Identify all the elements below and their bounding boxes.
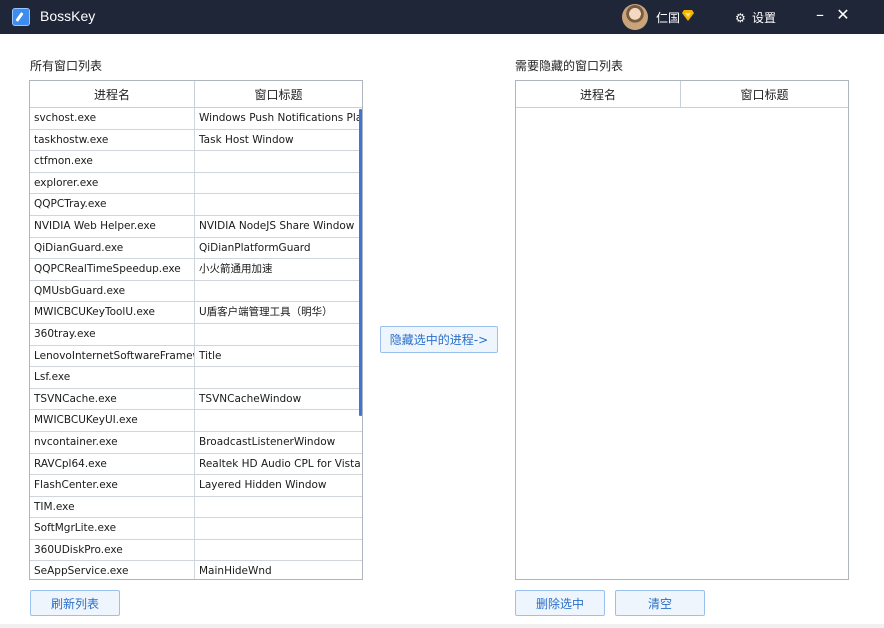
bottom-divider (0, 624, 884, 628)
window-title-cell (194, 323, 362, 345)
process-name-cell: TSVNCache.exe (34, 392, 117, 405)
table-row[interactable]: RAVCpl64.exe Realtek HD Audio CPL for Vis… (30, 453, 362, 476)
table-header: 进程名 窗口标题 (30, 81, 362, 108)
refresh-list-button[interactable]: 刷新列表 (30, 590, 120, 616)
process-name-cell: QiDianGuard.exe (34, 241, 124, 254)
window-title-cell: TSVNCacheWindow (194, 388, 362, 410)
table-row[interactable]: MWICBCUKeyToolU.exe U盾客户端管理工具（明华） (30, 302, 362, 324)
column-header-title[interactable]: 窗口标题 (194, 81, 362, 107)
minimize-button[interactable]: – (812, 5, 828, 27)
process-name-cell: QQPCTray.exe (34, 198, 107, 211)
window-title-cell (194, 367, 362, 388)
process-name-cell: MWICBCUKeyToolU.exe (34, 306, 155, 319)
window-title-cell: 小火箭通用加速 (194, 259, 362, 280)
table-row[interactable]: QQPCTray.exe (30, 194, 362, 216)
column-header-process[interactable]: 进程名 (30, 81, 194, 107)
process-name-cell: FlashCenter.exe (34, 479, 118, 492)
table-row[interactable]: 360UDiskPro.exe (30, 539, 362, 562)
window-title-cell: QiDianPlatformGuard (194, 237, 362, 259)
process-name-cell: QMUsbGuard.exe (34, 284, 126, 297)
remove-selected-button[interactable]: 删除选中 (515, 590, 605, 616)
settings-button[interactable]: ⚙ 设置 (735, 9, 776, 26)
window-title-cell (194, 172, 362, 194)
window-title-cell (194, 518, 362, 539)
table-row[interactable]: Lsf.exe (30, 367, 362, 389)
gear-icon: ⚙ (735, 11, 746, 25)
hide-selected-button[interactable]: 隐藏选中的进程-> (380, 326, 498, 353)
window-title-cell (194, 151, 362, 172)
process-name-cell: TIM.exe (34, 500, 75, 513)
close-button[interactable]: ✕ (834, 5, 852, 27)
title-bar: BossKey 仁国 ⚙ 设置 – ✕ (0, 0, 884, 34)
window-title-cell: NVIDIA NodeJS Share Window (194, 215, 362, 237)
table-row[interactable]: svchost.exe Windows Push Notifications Pl… (30, 108, 362, 130)
process-name-cell: SeAppService.exe (34, 565, 129, 578)
table-row[interactable]: SoftMgrLite.exe (30, 518, 362, 540)
table-row[interactable]: QQPCRealTimeSpeedup.exe 小火箭通用加速 (30, 259, 362, 281)
table-row[interactable]: SeAppService.exe MainHideWnd (30, 561, 362, 579)
table-row[interactable]: TIM.exe (30, 496, 362, 519)
process-name-cell: 360tray.exe (34, 327, 96, 340)
process-name-cell: taskhostw.exe (34, 133, 109, 146)
username[interactable]: 仁国 (656, 9, 680, 26)
process-name-cell: 360UDiskPro.exe (34, 543, 123, 556)
table-row[interactable]: TSVNCache.exe TSVNCacheWindow (30, 388, 362, 411)
all-windows-table[interactable]: 进程名 窗口标题 svchost.exe Windows Push Notific… (29, 80, 363, 580)
vip-diamond-icon (682, 10, 694, 21)
table-row[interactable]: LenovoInternetSoftwareFrameworkTitle (30, 345, 362, 368)
table-row[interactable]: QiDianGuard.exe QiDianPlatformGuard (30, 237, 362, 260)
table-row[interactable]: QMUsbGuard.exe (30, 280, 362, 303)
table-body: svchost.exe Windows Push Notifications Pl… (30, 108, 362, 579)
hidden-windows-table[interactable]: 进程名 窗口标题 (515, 80, 849, 580)
process-name-cell: SoftMgrLite.exe (34, 522, 117, 535)
window-title-cell: Title (194, 345, 362, 367)
table-row[interactable]: MWICBCUKeyUI.exe (30, 410, 362, 432)
process-name-cell: svchost.exe (34, 112, 97, 124)
window-title-cell: Layered Hidden Window (194, 475, 362, 496)
window-title-cell: Task Host Window (194, 129, 362, 151)
window-title-cell (194, 410, 362, 431)
window-title-cell (194, 539, 362, 561)
table-row[interactable]: 360tray.exe (30, 323, 362, 346)
window-title-cell: MainHideWnd (194, 561, 362, 579)
table-row[interactable]: explorer.exe (30, 172, 362, 195)
hidden-windows-title: 需要隐藏的窗口列表 (515, 59, 624, 73)
process-name-cell: QQPCRealTimeSpeedup.exe (34, 263, 181, 276)
window-title-cell (194, 194, 362, 215)
table-header: 进程名 窗口标题 (516, 81, 848, 108)
process-name-cell: Lsf.exe (34, 371, 71, 384)
window-title-cell: Realtek HD Audio CPL for Vista (194, 453, 362, 475)
table-row[interactable]: ctfmon.exe (30, 151, 362, 173)
window-title-cell: Windows Push Notifications Platfor (194, 108, 362, 129)
column-header-process[interactable]: 进程名 (516, 81, 680, 107)
column-header-title[interactable]: 窗口标题 (680, 81, 848, 107)
process-name-cell: explorer.exe (34, 176, 99, 189)
window-title-cell (194, 280, 362, 302)
table-row[interactable]: taskhostw.exe Task Host Window (30, 129, 362, 152)
all-windows-title: 所有窗口列表 (30, 59, 103, 73)
process-name-cell: RAVCpl64.exe (34, 457, 107, 470)
app-logo-icon (12, 8, 30, 26)
process-name-cell: nvcontainer.exe (34, 435, 118, 448)
window-title-cell: BroadcastListenerWindow (194, 431, 362, 453)
table-row[interactable]: nvcontainer.exe BroadcastListenerWindow (30, 431, 362, 454)
table-row[interactable]: NVIDIA Web Helper.exe NVIDIA NodeJS Share… (30, 215, 362, 238)
process-name-cell: MWICBCUKeyUI.exe (34, 414, 138, 427)
settings-label: 设置 (752, 11, 777, 25)
process-name-cell: LenovoInternetSoftwareFramework (34, 349, 194, 362)
window-title-cell (194, 496, 362, 518)
scrollbar-thumb[interactable] (359, 109, 362, 416)
process-name-cell: NVIDIA Web Helper.exe (34, 219, 156, 232)
table-row[interactable]: FlashCenter.exe Layered Hidden Window (30, 475, 362, 497)
app-title: BossKey (40, 8, 96, 24)
avatar[interactable] (622, 4, 648, 30)
process-name-cell: ctfmon.exe (34, 155, 93, 168)
window-title-cell: U盾客户端管理工具（明华） (194, 302, 362, 323)
clear-button[interactable]: 清空 (615, 590, 705, 616)
